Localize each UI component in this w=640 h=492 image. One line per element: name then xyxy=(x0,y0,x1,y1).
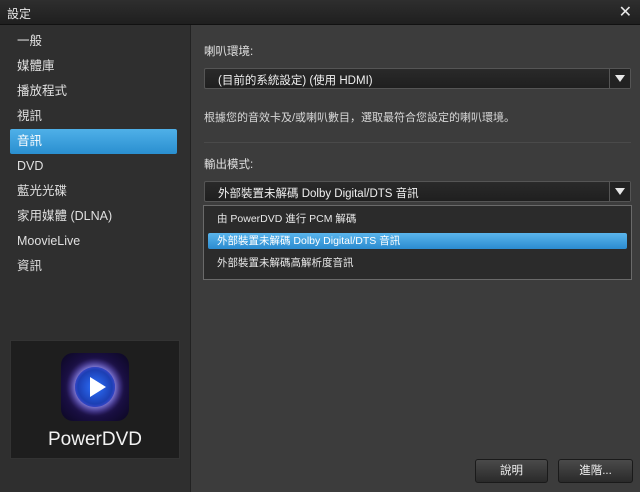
advanced-button[interactable]: 進階... xyxy=(558,459,633,483)
output-mode-value: 外部裝置未解碼 Dolby Digital/DTS 音訊 xyxy=(218,188,419,200)
output-option-dolby-dts[interactable]: 外部裝置未解碼 Dolby Digital/DTS 音訊 xyxy=(208,233,627,249)
audio-settings-panel: 喇叭環境: (目前的系統設定) (使用 HDMI) 根據您的音效卡及/或喇叭數目… xyxy=(191,25,640,492)
sidebar-item-player[interactable]: 播放程式 xyxy=(0,79,190,104)
speaker-environment-select[interactable]: (目前的系統設定) (使用 HDMI) xyxy=(204,68,631,89)
sidebar-item-audio[interactable]: 音訊 xyxy=(10,129,177,154)
output-mode-dropdown-list: 由 PowerDVD 進行 PCM 解碼 外部裝置未解碼 Dolby Digit… xyxy=(203,205,632,280)
output-mode-select[interactable]: 外部裝置未解碼 Dolby Digital/DTS 音訊 xyxy=(204,181,631,202)
sidebar-item-media-library[interactable]: 媒體庫 xyxy=(0,54,190,79)
window-title: 設定 xyxy=(7,7,32,21)
sidebar-nav: 一般 媒體庫 播放程式 視訊 音訊 DVD 藍光光碟 家用媒體 (DLNA) M… xyxy=(0,25,190,279)
powerdvd-logo-icon xyxy=(61,353,129,421)
sidebar-item-dvd[interactable]: DVD xyxy=(0,154,190,179)
chevron-down-icon[interactable] xyxy=(609,182,630,201)
logo-text: PowerDVD xyxy=(48,429,142,450)
speaker-description: 根據您的音效卡及/或喇叭數目，選取最符合您設定的喇叭環境。 xyxy=(204,112,516,124)
sidebar-item-moovielive[interactable]: MoovieLive xyxy=(0,229,190,254)
play-icon xyxy=(90,377,106,397)
sidebar-item-bluray[interactable]: 藍光光碟 xyxy=(0,179,190,204)
sidebar: 一般 媒體庫 播放程式 視訊 音訊 DVD 藍光光碟 家用媒體 (DLNA) M… xyxy=(0,25,191,492)
speaker-environment-label: 喇叭環境: xyxy=(204,46,254,58)
sidebar-item-dlna[interactable]: 家用媒體 (DLNA) xyxy=(0,204,190,229)
divider xyxy=(204,142,631,143)
title-bar: 設定 ✕ xyxy=(0,0,640,25)
close-icon[interactable]: ✕ xyxy=(619,2,632,22)
speaker-environment-value: (目前的系統設定) (使用 HDMI) xyxy=(218,75,373,87)
sidebar-item-general[interactable]: 一般 xyxy=(0,29,190,54)
output-option-hd-audio[interactable]: 外部裝置未解碼高解析度音訊 xyxy=(208,255,627,271)
help-button[interactable]: 說明 xyxy=(475,459,548,483)
product-logo-panel: PowerDVD xyxy=(10,340,180,459)
sidebar-item-video[interactable]: 視訊 xyxy=(0,104,190,129)
output-option-pcm[interactable]: 由 PowerDVD 進行 PCM 解碼 xyxy=(208,211,627,227)
chevron-down-icon[interactable] xyxy=(609,69,630,88)
sidebar-item-info[interactable]: 資訊 xyxy=(0,254,190,279)
output-mode-label: 輸出模式: xyxy=(204,159,254,171)
